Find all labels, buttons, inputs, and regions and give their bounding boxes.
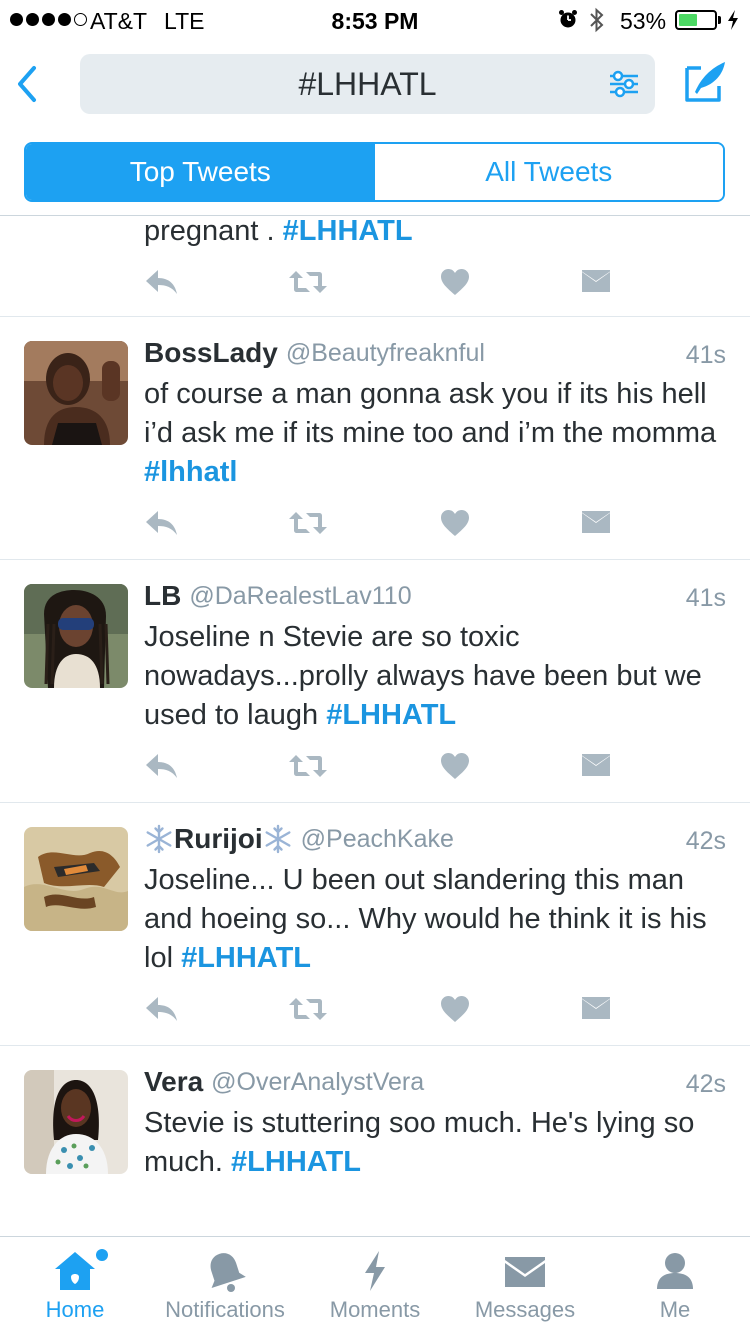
like-heart-icon[interactable]	[440, 746, 470, 786]
bottom-tab-bar: Home Notifications Moments Messages Me	[0, 1236, 750, 1334]
retweet-icon[interactable]	[287, 989, 329, 1029]
tweet-actions	[144, 746, 614, 786]
search-query[interactable]: #LHHATL	[80, 54, 655, 114]
tweet-header: LB @DaRealestLav110 41s	[144, 580, 726, 616]
tab-messages[interactable]: Messages	[450, 1237, 600, 1334]
tweet-actions	[144, 989, 614, 1029]
snowflake-icon	[263, 824, 293, 854]
tweet-timestamp: 41s	[685, 584, 726, 612]
avatar[interactable]	[24, 827, 128, 931]
tab-all-tweets[interactable]: All Tweets	[374, 144, 723, 200]
search-filter-icon[interactable]	[608, 69, 640, 99]
tweet-actions	[144, 262, 614, 302]
new-content-dot	[96, 1249, 108, 1261]
charging-bolt-icon	[728, 10, 738, 30]
retweet-icon[interactable]	[287, 503, 329, 543]
tweet-header: Vera @OverAnalystVera 42s	[144, 1066, 726, 1102]
battery-percentage: 53%	[620, 8, 667, 34]
tab-top-tweets[interactable]: Top Tweets	[26, 144, 375, 200]
search-field[interactable]: #LHHATL	[80, 54, 655, 114]
tweet-timestamp: 42s	[685, 1070, 726, 1098]
tweet-timestamp: 42s	[685, 827, 726, 855]
direct-message-icon[interactable]	[581, 746, 611, 786]
hashtag-link[interactable]: #LHHATL	[181, 942, 311, 974]
user-handle[interactable]: @DaRealestLav110	[189, 582, 411, 610]
display-name[interactable]: Rurijoi	[174, 823, 263, 854]
tweet-card[interactable]: LB @DaRealestLav110 41s Joseline n Stevie…	[0, 560, 750, 803]
tab-label: Moments	[329, 1297, 421, 1322]
person-icon	[657, 1253, 693, 1289]
like-heart-icon[interactable]	[440, 503, 470, 543]
battery-icon	[675, 10, 717, 30]
tweet-text: Joseline... U been out slandering this m…	[144, 864, 707, 974]
battery-level-fill	[679, 14, 698, 26]
tweet-actions	[144, 503, 614, 543]
tab-home[interactable]: Home	[0, 1237, 150, 1334]
tweet-card[interactable]: BossLady @Beautyfreaknful 41s of course a…	[0, 317, 750, 560]
display-name[interactable]: LB	[144, 580, 181, 611]
envelope-icon	[505, 1257, 545, 1287]
hashtag-link[interactable]: #LHHATL	[326, 699, 456, 731]
tab-label: Messages	[474, 1297, 576, 1322]
tweet-text: Stevie is stuttering soo much. He's lyin…	[144, 1107, 695, 1178]
tweet-header: Rurijoi @PeachKake 42s	[144, 823, 726, 859]
retweet-icon[interactable]	[287, 746, 329, 786]
tweet-feed[interactable]: pregnant . #LHHATL BossLady @Beautyfreakn…	[0, 216, 750, 1236]
display-name[interactable]: Vera	[144, 1066, 203, 1097]
tweet-text: Joseline n Stevie are so toxic nowadays.…	[144, 621, 702, 731]
reply-icon[interactable]	[144, 503, 180, 543]
battery-tip	[718, 16, 721, 24]
tab-label: Me	[659, 1297, 691, 1322]
avatar[interactable]	[24, 584, 128, 688]
hashtag-link[interactable]: #lhhatl	[144, 456, 237, 488]
avatar[interactable]	[24, 1070, 128, 1174]
reply-icon[interactable]	[144, 262, 180, 302]
direct-message-icon[interactable]	[581, 262, 611, 302]
direct-message-icon[interactable]	[581, 989, 611, 1029]
tab-label: Home	[45, 1297, 105, 1322]
hashtag-link[interactable]: #LHHATL	[231, 1146, 361, 1178]
tweet-timestamp: 41s	[685, 341, 726, 369]
status-bar: AT&T LTE 8:53 PM 53%	[0, 0, 750, 40]
avatar[interactable]	[24, 341, 128, 445]
tab-notifications[interactable]: Notifications	[150, 1237, 300, 1334]
direct-message-icon[interactable]	[581, 503, 611, 543]
user-handle[interactable]: @OverAnalystVera	[211, 1068, 424, 1096]
tweet-header: BossLady @Beautyfreaknful 41s	[144, 337, 726, 373]
back-chevron-icon[interactable]	[10, 60, 46, 108]
tweet-filter-tabs: Top Tweets All Tweets	[24, 142, 725, 202]
tweet-card[interactable]: pregnant . #LHHATL	[0, 216, 750, 317]
user-handle[interactable]: @Beautyfreaknful	[286, 339, 485, 367]
lightning-bolt-icon	[365, 1251, 385, 1291]
bluetooth-icon	[590, 7, 604, 33]
tab-moments[interactable]: Moments	[300, 1237, 450, 1334]
search-header: #LHHATL	[0, 40, 750, 128]
reply-icon[interactable]	[144, 989, 180, 1029]
compose-tweet-icon[interactable]	[681, 58, 729, 106]
tweet-text: pregnant . #LHHATL	[144, 216, 413, 247]
like-heart-icon[interactable]	[440, 262, 470, 302]
snowflake-icon	[144, 824, 174, 854]
home-icon	[55, 1252, 95, 1290]
alarm-clock-icon	[559, 10, 577, 28]
user-handle[interactable]: @PeachKake	[301, 825, 454, 853]
tweet-card[interactable]: Rurijoi @PeachKake 42s Joseline... U been…	[0, 803, 750, 1046]
reply-icon[interactable]	[144, 746, 180, 786]
retweet-icon[interactable]	[287, 262, 329, 302]
tweet-card[interactable]: Vera @OverAnalystVera 42s Stevie is stutt…	[0, 1046, 750, 1236]
display-name[interactable]: BossLady	[144, 337, 278, 368]
tab-me[interactable]: Me	[600, 1237, 750, 1334]
bell-icon	[210, 1253, 246, 1292]
tab-label: Notifications	[165, 1297, 285, 1322]
hashtag-link[interactable]: #LHHATL	[283, 216, 413, 247]
tweet-text: of course a man gonna ask you if its his…	[144, 378, 717, 488]
like-heart-icon[interactable]	[440, 989, 470, 1029]
